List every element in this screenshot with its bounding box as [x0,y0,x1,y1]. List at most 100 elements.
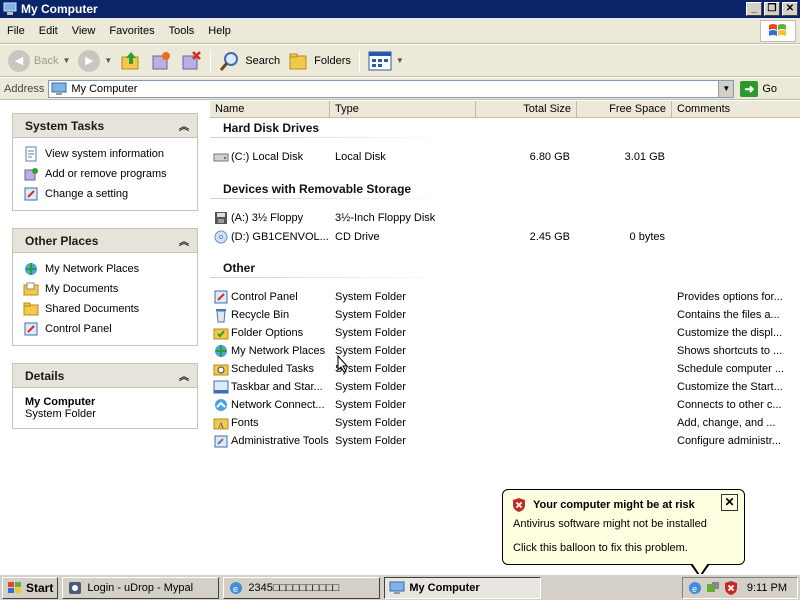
ie-tray-icon[interactable]: e [687,580,703,596]
table-row[interactable]: A Fonts System Folder Add, change, and ..… [210,414,800,432]
control-panel-icon [24,187,38,201]
taskbar-item-my-computer[interactable]: My Computer [384,576,542,599]
move-to-button[interactable] [146,48,176,74]
table-row[interactable]: My Network Places System Folder Shows sh… [210,342,800,360]
move-to-icon [152,51,171,69]
column-free-space[interactable]: Free Space [577,101,672,118]
table-row[interactable]: Administrative Tools System Folder Confi… [210,432,800,450]
balloon-close-button[interactable]: ✕ [721,494,738,511]
address-value: My Computer [71,82,138,95]
address-bar: Address My Computer ▼ ➜ Go [0,78,800,100]
my-documents-link[interactable]: My Documents [23,279,197,299]
start-button[interactable]: Start [2,576,59,599]
delete-icon [182,50,202,69]
browser-icon [69,581,82,594]
taskbar-item-mypal[interactable]: Login - uDrop - Mypal [62,576,220,599]
group-hard-disk-drives: Hard Disk Drives [223,121,320,135]
taskbar-item-2345[interactable]: e 2345□□□□□□□□□□ [223,576,381,599]
search-button[interactable]: Search [215,48,284,74]
collapse-icon[interactable]: ︽ [179,368,189,383]
table-row[interactable]: Network Connect... System Folder Connect… [210,396,800,414]
administrative-tools-icon [214,435,228,448]
delete-button[interactable] [176,48,206,74]
back-button[interactable]: ◀ Back ▼ [4,48,74,74]
table-row[interactable]: (C:) Local Disk Local Disk 6.80 GB 3.01 … [210,148,800,166]
details-item-type: System Folder [25,408,96,420]
group-divider [210,277,450,278]
window-title: My Computer [21,2,98,16]
fonts-folder-icon: A [213,418,229,430]
control-panel-link[interactable]: Control Panel [23,319,197,339]
forward-button[interactable]: ▶ ▼ [74,48,116,74]
mouse-cursor-icon [337,355,349,373]
system-info-icon [25,146,37,162]
details-panel: Details ︽ My Computer System Folder [12,363,198,429]
menu-edit[interactable]: Edit [32,25,65,37]
collapse-icon[interactable]: ︽ [179,118,189,133]
my-documents-icon [23,282,39,296]
column-type[interactable]: Type [330,101,476,118]
menu-tools[interactable]: Tools [162,25,202,37]
column-comments[interactable]: Comments [672,101,800,118]
system-tasks-header[interactable]: System Tasks ︽ [13,114,197,138]
group-removable-storage: Devices with Removable Storage [223,182,412,196]
column-total-size[interactable]: Total Size [476,101,577,118]
address-input[interactable]: My Computer ▼ [48,79,735,98]
folder-options-icon [213,328,229,340]
other-places-panel: Other Places ︽ My Network Places My Docu… [12,228,198,346]
go-button[interactable]: ➜ Go [740,80,777,97]
menu-file[interactable]: File [0,25,32,37]
scheduled-tasks-icon [213,364,229,376]
clock[interactable]: 9:11 PM [747,582,787,594]
chevron-down-icon: ▼ [395,56,404,65]
address-dropdown-button[interactable]: ▼ [718,80,734,97]
change-setting-link[interactable]: Change a setting [23,184,197,204]
table-row[interactable]: Taskbar and Star... System Folder Custom… [210,378,800,396]
collapse-icon[interactable]: ︽ [179,233,189,248]
folders-button[interactable]: Folders [284,48,355,74]
details-item-name: My Computer [25,396,96,408]
group-divider [210,198,450,199]
table-row[interactable]: Recycle Bin System Folder Contains the f… [210,306,800,324]
security-balloon[interactable]: Your computer might be at risk ✕ Antivir… [502,489,745,565]
menu-help[interactable]: Help [201,25,238,37]
control-panel-icon [214,290,228,304]
menu-favorites[interactable]: Favorites [102,25,161,37]
up-folder-icon [121,51,139,69]
details-title: Details [25,368,65,383]
details-header[interactable]: Details ︽ [13,364,197,388]
up-folder-button[interactable] [116,48,146,74]
toolbar: ◀ Back ▼ ▶ ▼ Search Folders ▼ [0,45,800,77]
menu-view[interactable]: View [65,25,103,37]
group-divider [210,137,450,138]
network-places-icon [215,345,227,357]
add-remove-programs-link[interactable]: Add or remove programs [23,164,197,184]
column-header: Name Type Total Size Free Space Comments [210,101,800,118]
control-panel-icon [24,322,38,336]
my-network-places-link[interactable]: My Network Places [23,259,197,279]
search-label: Search [245,54,281,67]
svg-text:e: e [233,584,238,594]
task-pane: System Tasks ︽ View system information A… [0,101,210,574]
table-row[interactable]: Scheduled Tasks System Folder Schedule c… [210,360,800,378]
view-system-information-link[interactable]: View system information [23,144,197,164]
minimize-button[interactable]: _ [746,2,762,16]
toolbar-separator [358,49,360,72]
close-button[interactable]: ✕ [782,2,798,16]
shared-documents-link[interactable]: Shared Documents [23,299,197,319]
table-row[interactable]: Folder Options System Folder Customize t… [210,324,800,342]
system-tasks-title: System Tasks [25,118,105,133]
balloon-line-2: Click this balloon to fix this problem. [513,542,688,554]
restore-button[interactable]: ❐ [764,2,780,16]
column-name[interactable]: Name [210,101,330,118]
network-tray-icon[interactable] [705,580,721,596]
folders-label: Folders [314,54,351,67]
shared-folder-icon [23,302,39,316]
security-shield-icon[interactable] [723,580,739,596]
title-bar: My Computer _ ❐ ✕ [0,0,800,18]
other-places-header[interactable]: Other Places ︽ [13,229,197,253]
table-row[interactable]: (D:) GB1CENVOL... CD Drive 2.45 GB 0 byt… [210,228,800,246]
views-button[interactable]: ▼ [364,48,408,74]
table-row[interactable]: (A:) 3½ Floppy 3½-Inch Floppy Disk [210,209,800,227]
table-row[interactable]: Control Panel System Folder Provides opt… [210,288,800,306]
